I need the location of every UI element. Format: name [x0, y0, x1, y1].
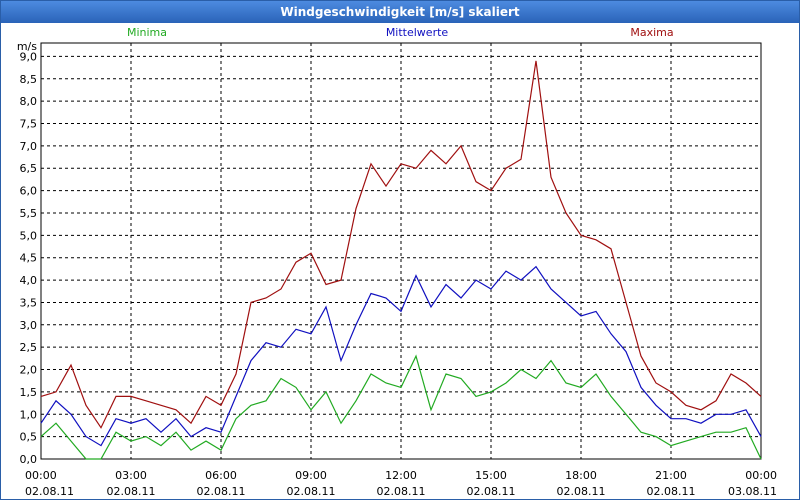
- y-tick-label: 3,5: [20, 296, 38, 309]
- y-tick-label: 5,5: [20, 207, 38, 220]
- y-tick-label: 5,0: [20, 229, 38, 242]
- legend-minima: Minima: [127, 26, 167, 39]
- x-tick-time: 15:00: [475, 469, 507, 482]
- x-tick-date: 03.08.11: [728, 485, 777, 498]
- x-tick-time: 03:00: [115, 469, 147, 482]
- y-tick-label: 0,5: [20, 431, 38, 444]
- wind-speed-chart: 0,0 0,5 1,0 1,5 2,0 2,5 3,0 3,5 4,0 4,5 5,0 5,5 6,0 6…: [17, 26, 777, 498]
- y-tick-label: 7,0: [20, 140, 38, 153]
- y-tick-label: 4,5: [20, 252, 38, 265]
- x-tick-date: 02.08.11: [557, 485, 606, 498]
- legend-maxima: Maxima: [630, 26, 673, 39]
- y-tick-label: 8,0: [20, 95, 38, 108]
- x-tick-date: 02.08.11: [25, 485, 74, 498]
- x-tick-date: 02.08.11: [107, 485, 156, 498]
- x-tick-time: 12:00: [385, 469, 417, 482]
- y-tick-label: 0,0: [20, 453, 38, 466]
- x-tick-date: 02.08.11: [197, 485, 246, 498]
- y-axis-label: m/s: [17, 40, 37, 53]
- x-tick-time: 00:00: [25, 469, 57, 482]
- x-tick-time: 21:00: [655, 469, 687, 482]
- y-tick-label: 7,5: [20, 118, 38, 131]
- chart-window: Windgeschwindigkeit [m/s] skaliert 0,0 0,…: [0, 0, 800, 500]
- x-tick-date: 02.08.11: [377, 485, 426, 498]
- y-tick-label: 6,0: [20, 185, 38, 198]
- series-line-minima: [40, 354, 762, 460]
- y-tick-label: 2,5: [20, 341, 38, 354]
- x-tick-time: 18:00: [565, 469, 597, 482]
- y-tick-label: 4,0: [20, 274, 38, 287]
- y-tick-label: 1,0: [20, 408, 38, 421]
- x-tick-time: 09:00: [295, 469, 327, 482]
- y-tick-label: 6,5: [20, 162, 38, 175]
- x-tick-date: 02.08.11: [467, 485, 516, 498]
- x-tick-date: 02.08.11: [647, 485, 696, 498]
- x-tick-time: 00:00: [745, 469, 777, 482]
- x-tick-time: 06:00: [205, 469, 237, 482]
- y-tick-label: 2,0: [20, 364, 38, 377]
- y-tick-label: 1,5: [20, 386, 38, 399]
- legend-mittelwerte: Mittelwerte: [386, 26, 449, 39]
- x-tick-date: 02.08.11: [287, 485, 336, 498]
- y-tick-label: 3,0: [20, 319, 38, 332]
- y-tick-label: 8,5: [20, 73, 38, 86]
